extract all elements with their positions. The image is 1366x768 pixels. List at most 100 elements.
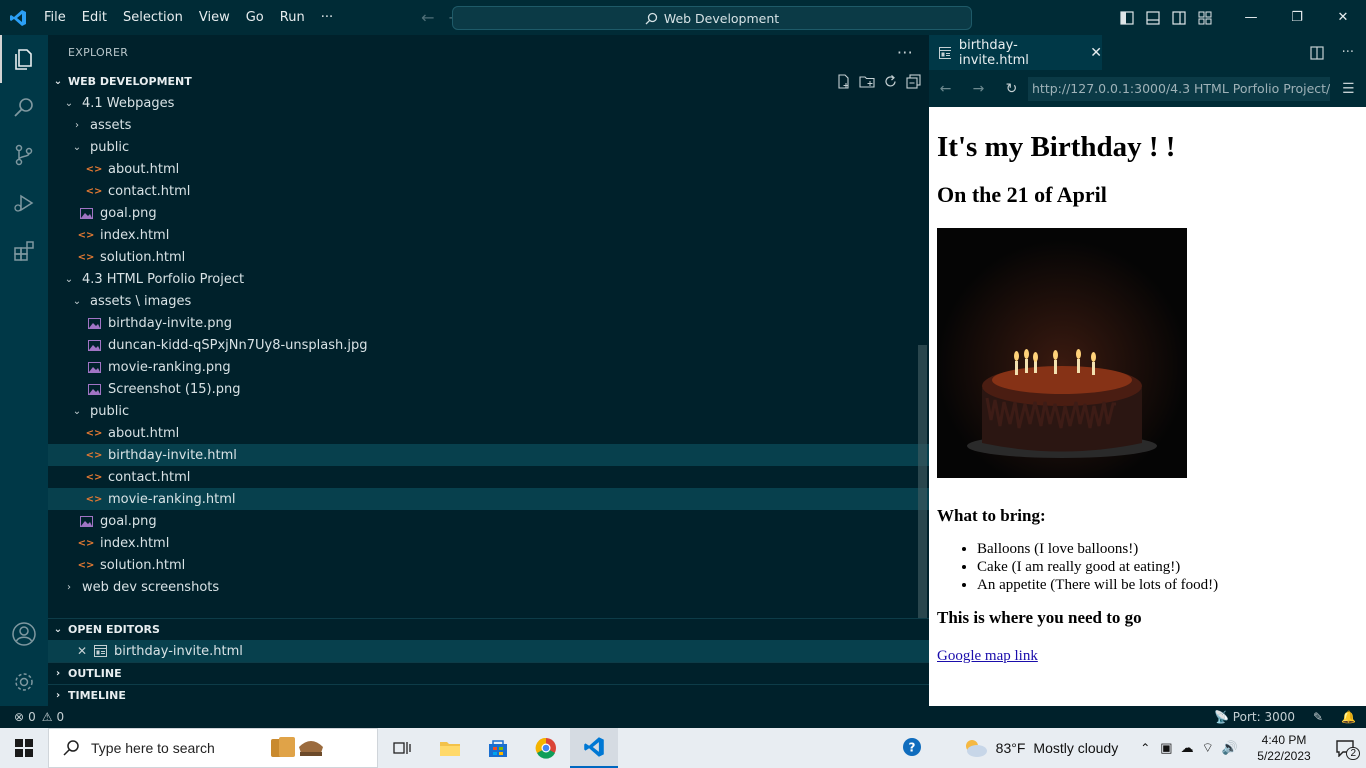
tree-file[interactable]: goal.png: [48, 202, 929, 224]
what-to-bring-heading: What to bring:: [937, 506, 1046, 525]
back-arrow-icon[interactable]: ←: [421, 8, 434, 27]
volume-icon[interactable]: 🔊: [1222, 740, 1238, 756]
tree-folder[interactable]: ⌄ 4.3 HTML Porfolio Project: [48, 268, 929, 290]
wifi-icon[interactable]: ⌔: [1202, 740, 1214, 756]
sidebar-scrollbar[interactable]: [918, 345, 927, 620]
tree-file[interactable]: <> about.html: [48, 422, 929, 444]
notifications-bell-icon[interactable]: 🔔: [1341, 710, 1356, 724]
google-map-link[interactable]: Google map link: [937, 648, 1038, 664]
help-icon[interactable]: ?: [902, 737, 922, 760]
editor-area: birthday-invite.html ✕ ··· ← → ↻ http://…: [929, 35, 1366, 706]
open-editor-item[interactable]: ✕ birthday-invite.html: [48, 640, 929, 662]
browser-reload-icon[interactable]: ↻: [995, 81, 1028, 97]
clock[interactable]: 4:40 PM 5/22/2023: [1244, 732, 1324, 764]
error-icon: ⊗: [14, 710, 25, 724]
tree-file[interactable]: <> movie-ranking.html: [48, 488, 929, 510]
command-center-search[interactable]: Web Development: [452, 6, 972, 30]
search-highlight-icon: [265, 733, 329, 764]
tree-file[interactable]: <> index.html: [48, 224, 929, 246]
tree-file[interactable]: movie-ranking.png: [48, 356, 929, 378]
tree-file[interactable]: birthday-invite.png: [48, 312, 929, 334]
explorer-icon[interactable]: [0, 35, 48, 83]
meet-now-icon[interactable]: ▣: [1160, 740, 1172, 756]
microsoft-store-icon[interactable]: [474, 728, 522, 768]
editor-more-icon[interactable]: ···: [1342, 45, 1354, 60]
notification-center-icon[interactable]: 2: [1324, 739, 1366, 760]
tree-file[interactable]: <> solution.html: [48, 246, 929, 268]
toggle-secondary-sidebar-icon[interactable]: [1166, 0, 1192, 35]
menu-more[interactable]: ···: [313, 0, 341, 35]
file-explorer-icon[interactable]: [426, 728, 474, 768]
open-editors-header[interactable]: ⌄ OPEN EDITORS: [48, 618, 929, 640]
show-hidden-icons-icon[interactable]: ⌃: [1140, 741, 1150, 755]
tree-folder[interactable]: ⌄ public: [48, 400, 929, 422]
tab-birthday-invite[interactable]: birthday-invite.html ✕: [929, 35, 1102, 70]
tree-file[interactable]: <> solution.html: [48, 554, 929, 576]
menu-view[interactable]: View: [191, 0, 238, 35]
tree-folder[interactable]: ⌄ assets \ images: [48, 290, 929, 312]
new-folder-icon[interactable]: [859, 74, 875, 89]
new-file-icon[interactable]: [836, 73, 851, 89]
windows-start-icon[interactable]: [0, 728, 48, 768]
preview-file-icon: [939, 46, 951, 59]
more-actions-icon[interactable]: ···: [897, 43, 913, 62]
toggle-panel-icon[interactable]: [1140, 0, 1166, 35]
browser-back-icon[interactable]: ←: [929, 81, 962, 97]
browser-forward-icon[interactable]: →: [962, 81, 995, 97]
close-tab-icon[interactable]: ✕: [1090, 45, 1102, 61]
url-input[interactable]: http://127.0.0.1:3000/4.3 HTML Porfolio …: [1028, 76, 1330, 101]
menu-go[interactable]: Go: [238, 0, 272, 35]
tree-file[interactable]: Screenshot (15).png: [48, 378, 929, 400]
antivirus-icon[interactable]: ☁: [1181, 740, 1194, 756]
menu-run[interactable]: Run: [272, 0, 313, 35]
tree-folder[interactable]: ⌄ 4.1 Webpages: [48, 92, 929, 114]
collapse-all-icon[interactable]: [906, 73, 921, 89]
refresh-icon[interactable]: [883, 74, 898, 89]
manage-gear-icon[interactable]: [0, 658, 48, 706]
tree-file[interactable]: <> about.html: [48, 158, 929, 180]
vscode-taskbar-icon[interactable]: [570, 728, 618, 768]
tree-file[interactable]: <> index.html: [48, 532, 929, 554]
tree-file[interactable]: duncan-kidd-qSPxjNn7Uy8-unsplash.jpg: [48, 334, 929, 356]
workspace-section-header[interactable]: ⌄ WEB DEVELOPMENT: [48, 70, 929, 92]
list-item: Cake (I am really good at eating!): [977, 558, 1366, 576]
outline-header[interactable]: › OUTLINE: [48, 662, 929, 684]
taskbar-search-input[interactable]: Type here to search: [48, 728, 378, 768]
tree-folder[interactable]: › web dev screenshots: [48, 576, 929, 598]
search-view-icon[interactable]: [0, 83, 48, 131]
menu-file[interactable]: File: [36, 0, 74, 35]
browser-menu-icon[interactable]: ☰: [1342, 81, 1355, 97]
source-control-icon[interactable]: [0, 131, 48, 179]
close-editor-icon[interactable]: ✕: [74, 644, 90, 658]
run-debug-icon[interactable]: [0, 179, 48, 227]
tree-label: contact.html: [108, 183, 191, 199]
feedback-icon[interactable]: ✎: [1313, 710, 1323, 724]
workspace-title: WEB DEVELOPMENT: [68, 74, 192, 88]
explorer-sidebar: EXPLORER ··· ⌄ WEB DEVELOPMENT ⌄ 4.1 Webp…: [48, 35, 929, 706]
tree-file[interactable]: goal.png: [48, 510, 929, 532]
timeline-header[interactable]: › TIMELINE: [48, 684, 929, 706]
problems-indicator[interactable]: ⊗ 0 ⚠ 0: [0, 710, 64, 724]
tree-folder[interactable]: › assets: [48, 114, 929, 136]
toggle-primary-sidebar-icon[interactable]: [1114, 0, 1140, 35]
menu-edit[interactable]: Edit: [74, 0, 115, 35]
tree-file[interactable]: <> contact.html: [48, 466, 929, 488]
tree-file[interactable]: <> birthday-invite.html: [48, 444, 929, 466]
menu-selection[interactable]: Selection: [115, 0, 191, 35]
location-heading: This is where you need to go: [937, 608, 1142, 627]
extensions-icon[interactable]: [0, 227, 48, 275]
tree-folder[interactable]: ⌄ public: [48, 136, 929, 158]
weather-widget[interactable]: 83°F Mostly cloudy: [962, 738, 1118, 758]
chrome-icon[interactable]: [522, 728, 570, 768]
split-editor-icon[interactable]: [1309, 45, 1324, 60]
restore-icon[interactable]: ❐: [1274, 0, 1320, 35]
customize-layout-icon[interactable]: [1192, 0, 1218, 35]
task-view-icon[interactable]: [378, 728, 426, 768]
accounts-icon[interactable]: [0, 610, 48, 658]
close-window-icon[interactable]: ✕: [1320, 0, 1366, 35]
minimize-icon[interactable]: —: [1228, 0, 1274, 35]
tree-file[interactable]: <> contact.html: [48, 180, 929, 202]
live-server-port[interactable]: 📡 Port: 3000: [1214, 710, 1295, 724]
tree-label: about.html: [108, 425, 180, 441]
svg-text:?: ?: [908, 740, 915, 754]
